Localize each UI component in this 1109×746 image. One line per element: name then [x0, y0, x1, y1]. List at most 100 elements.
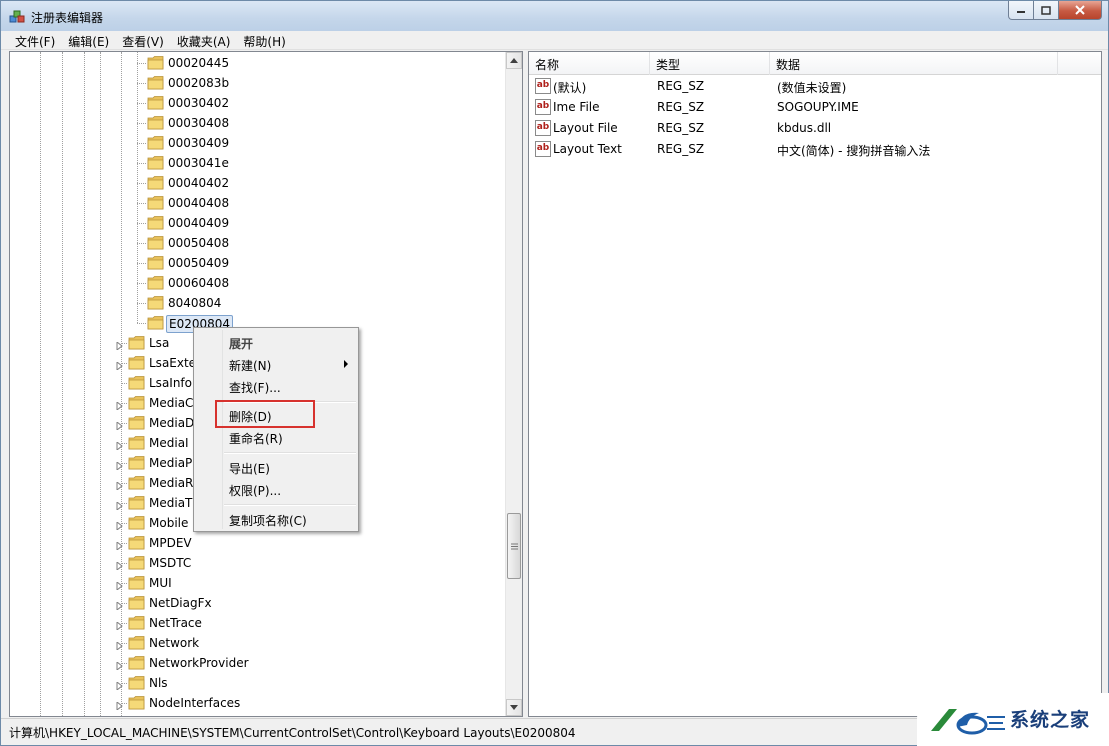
- expand-arrow-icon[interactable]: [116, 399, 124, 412]
- tree-node[interactable]: MPDEV: [10, 533, 506, 553]
- tree-node[interactable]: 0002083b: [10, 73, 506, 93]
- close-button[interactable]: [1059, 1, 1102, 20]
- watermark-text: 系统之家: [1010, 709, 1091, 731]
- tree-node[interactable]: 00040402: [10, 173, 506, 193]
- value-name: (默认): [553, 81, 587, 95]
- column-header-data[interactable]: 数据: [770, 52, 1058, 75]
- submenu-arrow-icon: [344, 360, 348, 368]
- tree-node-label: 00040409: [168, 216, 230, 230]
- folder-icon: [128, 515, 145, 530]
- tree-node[interactable]: MSDTC: [10, 553, 506, 573]
- value-row[interactable]: ab Layout Text REG_SZ 中文(简体) - 搜狗拼音输入法: [529, 139, 1101, 160]
- tree-connector: [137, 163, 146, 164]
- menu-help[interactable]: 帮助(H): [237, 31, 292, 50]
- expand-arrow-icon[interactable]: [116, 439, 124, 452]
- menu-item-permissions[interactable]: 权限(P)...: [196, 478, 356, 500]
- expand-arrow-icon[interactable]: [116, 499, 124, 512]
- expand-arrow-icon[interactable]: [116, 699, 124, 712]
- values-list[interactable]: 名称 类型 数据 ab (默认) REG_SZ (数值未设置) ab Ime File RE…: [528, 51, 1102, 717]
- tree-node[interactable]: 00040408: [10, 193, 506, 213]
- watermark-logo-icon: [931, 709, 1005, 735]
- value-name: Ime File: [553, 100, 600, 114]
- value-row[interactable]: ab (默认) REG_SZ (数值未设置): [529, 76, 1101, 97]
- tree-node[interactable]: 8040804: [10, 293, 506, 313]
- tree-scrollbar[interactable]: [505, 52, 522, 716]
- tree-node[interactable]: 00030409: [10, 133, 506, 153]
- tree-node[interactable]: 00020445: [10, 53, 506, 73]
- expand-arrow-icon[interactable]: [116, 419, 124, 432]
- maximize-button[interactable]: [1034, 1, 1059, 20]
- expand-arrow-icon[interactable]: [116, 639, 124, 652]
- tree-connector: [121, 383, 127, 384]
- status-path: 计算机\HKEY_LOCAL_MACHINE\SYSTEM\CurrentCon…: [9, 726, 576, 740]
- tree-node[interactable]: NetworkProvider: [10, 653, 506, 673]
- tree-node[interactable]: 00030408: [10, 113, 506, 133]
- expand-arrow-icon[interactable]: [116, 559, 124, 572]
- tree-node[interactable]: NetTrace: [10, 613, 506, 633]
- menu-item-new[interactable]: 新建(N): [196, 353, 356, 375]
- tree-node-label: 00040402: [168, 176, 230, 190]
- expand-arrow-icon[interactable]: [116, 579, 124, 592]
- scroll-thumb[interactable]: [507, 513, 521, 579]
- menu-item-copy-key-name[interactable]: 复制项名称(C): [196, 508, 356, 530]
- tree-node[interactable]: 00050409: [10, 253, 506, 273]
- tree-node[interactable]: 00050408: [10, 233, 506, 253]
- folder-icon: [147, 75, 164, 90]
- folder-icon: [128, 555, 145, 570]
- tree-node-label: 8040804: [168, 296, 222, 310]
- menu-favorites[interactable]: 收藏夹(A): [171, 31, 238, 50]
- expand-arrow-icon[interactable]: [116, 339, 124, 352]
- menu-item-label: 查找(F)...: [229, 381, 281, 395]
- expand-arrow-icon[interactable]: [116, 679, 124, 692]
- menu-item-label: 重命名(R): [229, 432, 283, 446]
- tree-connector: [137, 183, 146, 184]
- menu-view[interactable]: 查看(V): [116, 31, 171, 50]
- tree-connector: [137, 303, 146, 304]
- expand-arrow-icon[interactable]: [116, 619, 124, 632]
- scroll-up-button[interactable]: [506, 52, 522, 69]
- menu-edit[interactable]: 编辑(E): [62, 31, 116, 50]
- tree-node[interactable]: NodeInterfaces: [10, 693, 506, 713]
- registry-editor-icon: [9, 10, 25, 23]
- folder-icon: [147, 95, 164, 110]
- folder-icon: [128, 575, 145, 590]
- string-value-icon: ab: [535, 78, 551, 94]
- menu-file[interactable]: 文件(F): [9, 31, 62, 50]
- tree-node[interactable]: 00040409: [10, 213, 506, 233]
- menu-item-export[interactable]: 导出(E): [196, 456, 356, 478]
- column-header-type[interactable]: 类型: [650, 52, 770, 75]
- tree-node-label: MPDEV: [149, 536, 192, 550]
- tree-node-label: MediaT: [149, 496, 193, 510]
- tree-node[interactable]: Network: [10, 633, 506, 653]
- expand-arrow-icon[interactable]: [116, 359, 124, 372]
- column-header-name[interactable]: 名称: [529, 52, 650, 75]
- tree-node[interactable]: NetDiagFx: [10, 593, 506, 613]
- expand-arrow-icon[interactable]: [116, 659, 124, 672]
- maximize-icon: [1041, 5, 1051, 15]
- value-row[interactable]: ab Layout File REG_SZ kbdus.dll: [529, 118, 1101, 139]
- folder-icon: [147, 295, 164, 310]
- title-bar[interactable]: 注册表编辑器: [1, 1, 1108, 31]
- expand-arrow-icon[interactable]: [116, 479, 124, 492]
- tree-node[interactable]: MUI: [10, 573, 506, 593]
- tree-node[interactable]: 00060408: [10, 273, 506, 293]
- scroll-up-arrow-icon: [510, 58, 518, 63]
- tree-node-label: Network: [149, 636, 200, 650]
- menu-item-find[interactable]: 查找(F)...: [196, 375, 356, 397]
- expand-arrow-icon[interactable]: [116, 599, 124, 612]
- folder-icon: [128, 475, 145, 490]
- tree-node[interactable]: 00030402: [10, 93, 506, 113]
- expand-arrow-icon[interactable]: [116, 519, 124, 532]
- minimize-button[interactable]: [1008, 1, 1034, 20]
- expand-arrow-icon[interactable]: [116, 459, 124, 472]
- menu-item-label: 新建(N): [229, 359, 272, 373]
- scroll-down-button[interactable]: [506, 699, 522, 716]
- menu-item-rename[interactable]: 重命名(R): [196, 426, 356, 448]
- tree-node-label: LsaInfo: [149, 376, 193, 390]
- tree-node[interactable]: 0003041e: [10, 153, 506, 173]
- tree-node[interactable]: Nls: [10, 673, 506, 693]
- menu-item-expand[interactable]: 展开: [196, 331, 356, 353]
- value-row[interactable]: ab Ime File REG_SZ SOGOUPY.IME: [529, 97, 1101, 118]
- tree-node-label: 00060408: [168, 276, 230, 290]
- expand-arrow-icon[interactable]: [116, 539, 124, 552]
